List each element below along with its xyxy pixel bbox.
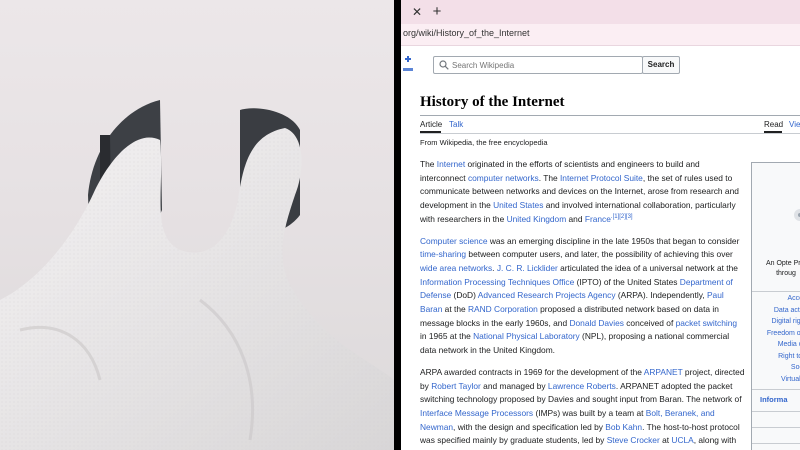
close-tab-icon[interactable]: ✕	[409, 4, 425, 20]
article-link[interactable]: Donald Davies	[569, 318, 623, 328]
article-text: , along with	[693, 435, 737, 446]
tagline: From Wikipedia, the free encyclopedia	[420, 138, 548, 147]
paragraph-3: ARPA awarded contracts in 1969 for the d…	[420, 366, 745, 448]
article-link[interactable]: Information Processing Techniques Office	[420, 277, 574, 287]
infobox-link[interactable]: Sociol	[752, 362, 800, 374]
article-text: between computer users, and later, the p…	[466, 249, 733, 260]
new-tab-icon[interactable]: +	[429, 3, 445, 21]
search-icon	[439, 60, 449, 70]
article-text: (DoD)	[451, 290, 478, 301]
article-link[interactable]: RAND Corporation	[468, 304, 538, 314]
tab-read[interactable]: Read	[764, 120, 783, 129]
infobox-links: Access Data activis Digital rights Freed…	[752, 293, 800, 385]
article-text: ARPA awarded contracts in 1969 for the d…	[420, 366, 644, 377]
article-text: articulated the idea of a universal netw…	[557, 262, 738, 273]
search-input[interactable]	[452, 58, 637, 72]
infobox-divider	[752, 291, 800, 292]
wikipedia-logo-icon[interactable]	[403, 56, 413, 74]
title-divider	[420, 115, 800, 116]
article-link[interactable]: Advanced Research Projects Agency	[478, 290, 616, 300]
page-title: History of the Internet	[420, 94, 565, 110]
article-body: The Internet originated in the efforts o…	[420, 158, 745, 450]
article-text: and	[566, 213, 585, 224]
address-bar[interactable]: org/wiki/History_of_the_Internet	[401, 24, 800, 46]
infobox-link[interactable]: Media cap	[752, 339, 800, 351]
url-text[interactable]: org/wiki/History_of_the_Internet	[403, 28, 530, 38]
infobox-link[interactable]: Data activis	[752, 305, 800, 317]
article-link[interactable]: time-sharing	[420, 249, 466, 259]
search-box[interactable]	[433, 56, 643, 74]
article-link[interactable]: United Kingdom	[507, 214, 567, 224]
article-link[interactable]: National Physical Laboratory	[473, 331, 580, 341]
article-link[interactable]: Computer science	[420, 236, 488, 246]
search-button[interactable]: Search	[642, 56, 680, 74]
tabs-divider	[420, 133, 800, 134]
infobox-section-heading[interactable]: Informa	[760, 395, 788, 404]
infobox-divider	[752, 389, 800, 390]
tab-view-source[interactable]: Vie	[789, 120, 800, 129]
article-text: was an emerging discipline in the late 1…	[487, 235, 740, 246]
infobox-link[interactable]: Digital rights	[752, 316, 800, 328]
citation-link[interactable]: .[1][2][3]	[611, 214, 633, 220]
infobox-divider	[752, 411, 800, 412]
article-link[interactable]: Interface Message Processors	[420, 408, 533, 418]
article-link[interactable]: ARPANET	[644, 367, 683, 377]
background-photo	[0, 0, 394, 450]
article-link[interactable]: UCLA	[671, 435, 693, 445]
article-link[interactable]: Bob Kahn	[605, 422, 642, 432]
infobox-caption: An Opte Proj throug	[765, 260, 800, 277]
paragraph-1: The Internet originated in the efforts o…	[420, 158, 745, 227]
tab-talk[interactable]: Talk	[449, 120, 463, 129]
article-link[interactable]: Steve Crocker	[607, 435, 660, 445]
opte-map-image[interactable]	[782, 203, 800, 243]
article-text: (IPTO) of the United States	[574, 276, 680, 287]
article-link[interactable]: United States	[493, 200, 543, 210]
article-text: The	[420, 159, 437, 169]
article-link[interactable]: Internet	[437, 159, 465, 169]
article-link[interactable]: France	[585, 214, 611, 224]
white-cloth-with-dark-object-image	[0, 100, 394, 450]
infobox: An Opte Proj throug Access Data activis …	[751, 162, 800, 450]
article-link[interactable]: computer networks	[468, 173, 539, 183]
article-text: and managed by	[480, 380, 548, 391]
infobox-divider	[752, 427, 800, 428]
article-text: . The	[538, 172, 560, 183]
infobox-link[interactable]: Right to In	[752, 351, 800, 363]
article-text: (ARPA). Independently,	[615, 290, 707, 301]
split-divider	[394, 0, 401, 450]
infobox-divider	[752, 443, 800, 444]
wiki-header: Search	[401, 50, 800, 84]
article-link[interactable]: Internet Protocol Suite	[560, 173, 643, 183]
tab-strip: ✕ +	[401, 0, 800, 24]
tab-article[interactable]: Article	[420, 120, 442, 129]
article-text: , with the design and specification led …	[453, 421, 606, 432]
browser-window: ✕ + org/wiki/History_of_the_Internet Sea…	[401, 0, 800, 450]
article-link[interactable]: wide area networks	[420, 263, 492, 273]
article-text: conceived of	[623, 317, 676, 328]
article-link[interactable]: Lawrence Roberts	[548, 381, 616, 391]
infobox-link[interactable]: Access	[752, 293, 800, 305]
article-text: at	[659, 435, 672, 446]
article-text: at the	[442, 304, 468, 315]
article-link[interactable]: packet switching	[676, 318, 737, 328]
article-link[interactable]: J. C. R. Licklider	[497, 263, 558, 273]
article-text: in 1965 at the	[420, 331, 474, 342]
infobox-link[interactable]: Freedom of in	[752, 328, 800, 340]
namespace-tabs: Article Talk Read Vie	[420, 118, 800, 133]
article-text: (IMPs) was built by a team at	[533, 407, 646, 418]
article-link[interactable]: Robert Taylor	[431, 381, 481, 391]
paragraph-2: Computer science was an emerging discipl…	[420, 235, 745, 358]
infobox-link[interactable]: Virtual co	[752, 374, 800, 386]
